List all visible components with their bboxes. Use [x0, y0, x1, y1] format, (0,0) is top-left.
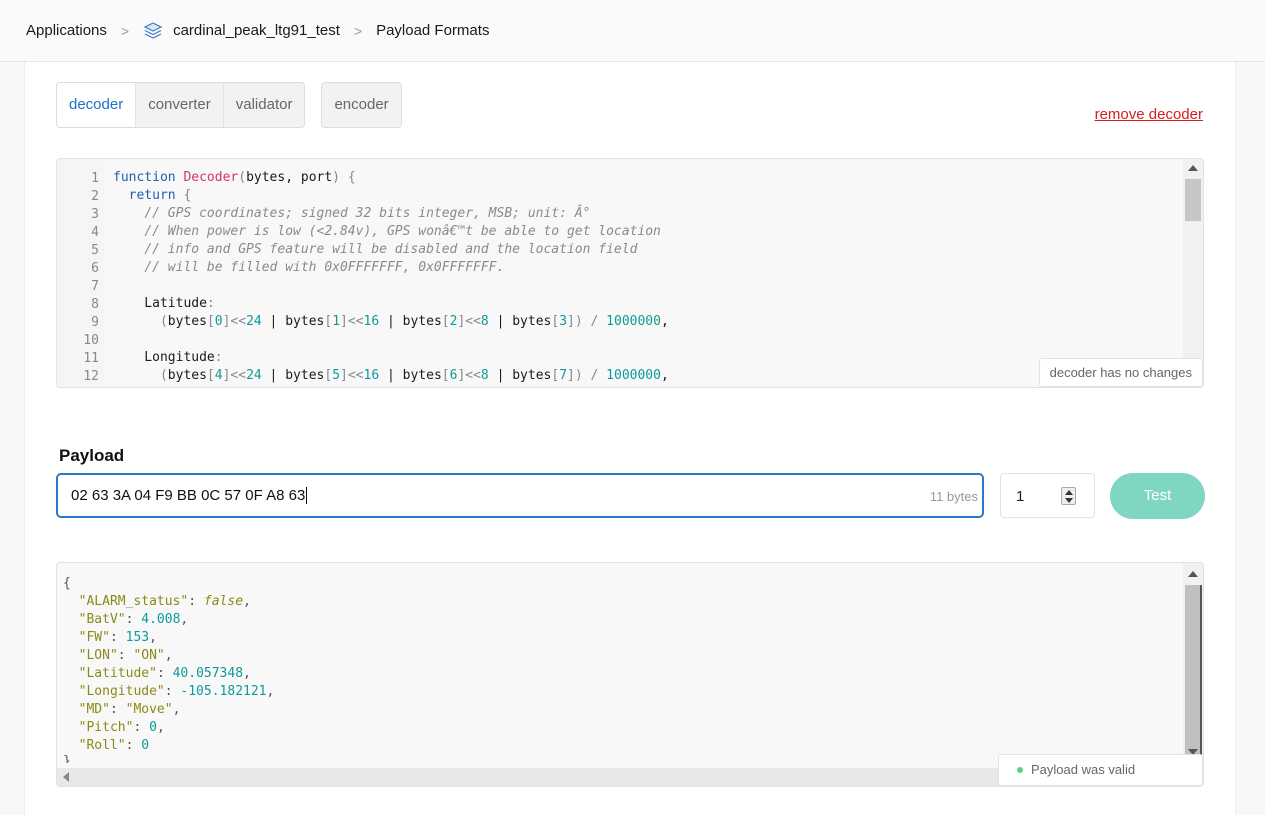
port-stepper[interactable]	[1061, 487, 1076, 505]
breadcrumb-applications[interactable]: Applications	[26, 22, 107, 39]
remove-decoder-link[interactable]: remove decoder	[1095, 106, 1203, 123]
line-number: 3	[91, 207, 99, 222]
test-button[interactable]: Test	[1110, 473, 1205, 519]
decoder-tab-group: decoder converter validator	[56, 82, 306, 128]
chevron-right-icon: >	[120, 22, 130, 39]
code-line: (bytes[4]<<24 | bytes[5]<<16 | bytes[6]<…	[159, 368, 669, 383]
line-number: 1	[91, 171, 99, 186]
payload-formats-panel: decoder converter validator encoder remo…	[24, 62, 1236, 815]
output-line: "MD": "Move",	[78, 702, 181, 717]
line-number: 5	[91, 243, 99, 258]
stepper-down-icon[interactable]	[1065, 498, 1073, 503]
line-number: 7	[91, 279, 99, 294]
port-input[interactable]: 1	[1000, 473, 1095, 518]
tab-converter[interactable]: converter	[136, 83, 224, 127]
code-line: Longitude:	[113, 350, 223, 365]
code-line: Latitude:	[113, 296, 215, 311]
line-number: 9	[91, 315, 99, 330]
scroll-up-icon[interactable]	[1188, 571, 1198, 577]
stepper-up-icon[interactable]	[1065, 490, 1073, 495]
output-line: "Pitch": 0,	[78, 720, 165, 735]
validation-status-badge: Payload was valid	[998, 754, 1203, 786]
code-line: (bytes[0]<<24 | bytes[1]<<16 | bytes[2]<…	[159, 314, 669, 329]
chevron-right-icon: >	[353, 22, 363, 39]
validation-status-text: Payload was valid	[1031, 762, 1136, 777]
line-number: 8	[91, 297, 99, 312]
code-line: // will be filled with 0x0FFFFFFF, 0x0FF…	[144, 260, 505, 275]
scroll-thumb[interactable]	[1185, 585, 1202, 757]
output-vertical-scrollbar[interactable]	[1183, 563, 1203, 786]
output-line: "FW": 153,	[78, 630, 157, 645]
tab-encoder[interactable]: encoder	[322, 83, 401, 127]
payload-input-value: 02 63 3A 04 F9 BB 0C 57 0F A8 63	[71, 487, 306, 504]
code-line: function Decoder(bytes, port) {	[113, 170, 356, 185]
decoder-code-editor[interactable]: 1 2 3 4 5 6 7 8 9 10 11 12 function Deco…	[56, 158, 1204, 388]
format-tabs: decoder converter validator encoder	[56, 82, 402, 128]
breadcrumb: Applications > cardinal_peak_ltg91_test …	[0, 0, 1265, 62]
line-number: 2	[91, 189, 99, 204]
scroll-thumb[interactable]	[1185, 179, 1201, 221]
encoder-tab-group: encoder	[321, 82, 402, 128]
output-line: "Roll": 0	[78, 738, 150, 753]
code-line: // When power is low (<2.84v), GPS wonâ€…	[144, 224, 661, 239]
decoded-output: { "ALARM_status": false, "BatV": 4.008, …	[56, 562, 1204, 787]
output-line: "BatV": 4.008,	[78, 612, 189, 627]
output-line: "ALARM_status": false,	[78, 594, 251, 609]
line-number: 4	[91, 225, 99, 240]
output-line: {	[63, 576, 71, 591]
output-line: }	[63, 754, 71, 763]
output-line: "Latitude": 40.057348,	[78, 666, 251, 681]
output-line: "Longitude": -105.182121,	[78, 684, 275, 699]
layers-icon	[143, 21, 163, 39]
payload-input[interactable]: 02 63 3A 04 F9 BB 0C 57 0F A8 63 11 byte…	[56, 473, 984, 518]
code-line: return {	[128, 188, 192, 203]
line-number: 6	[91, 261, 99, 276]
line-number: 12	[83, 369, 99, 384]
tab-decoder[interactable]: decoder	[57, 83, 137, 127]
line-number: 10	[83, 333, 99, 348]
editor-vertical-scrollbar[interactable]	[1183, 159, 1203, 387]
output-line: "LON": "ON",	[78, 648, 173, 663]
code-line: // info and GPS feature will be disabled…	[144, 242, 638, 257]
code-line: // GPS coordinates; signed 32 bits integ…	[144, 206, 591, 221]
breadcrumb-app[interactable]: cardinal_peak_ltg91_test	[173, 22, 340, 39]
valid-dot-icon	[1017, 767, 1023, 773]
line-number: 11	[83, 351, 99, 366]
payload-label: Payload	[59, 446, 125, 465]
editor-status-badge: decoder has no changes	[1038, 358, 1203, 387]
tab-validator[interactable]: validator	[223, 83, 305, 127]
scroll-left-icon[interactable]	[63, 772, 69, 782]
port-value: 1	[1016, 488, 1025, 505]
breadcrumb-current: Payload Formats	[376, 22, 490, 39]
scroll-up-icon[interactable]	[1188, 165, 1198, 171]
byte-count: 11 bytes	[929, 489, 978, 504]
